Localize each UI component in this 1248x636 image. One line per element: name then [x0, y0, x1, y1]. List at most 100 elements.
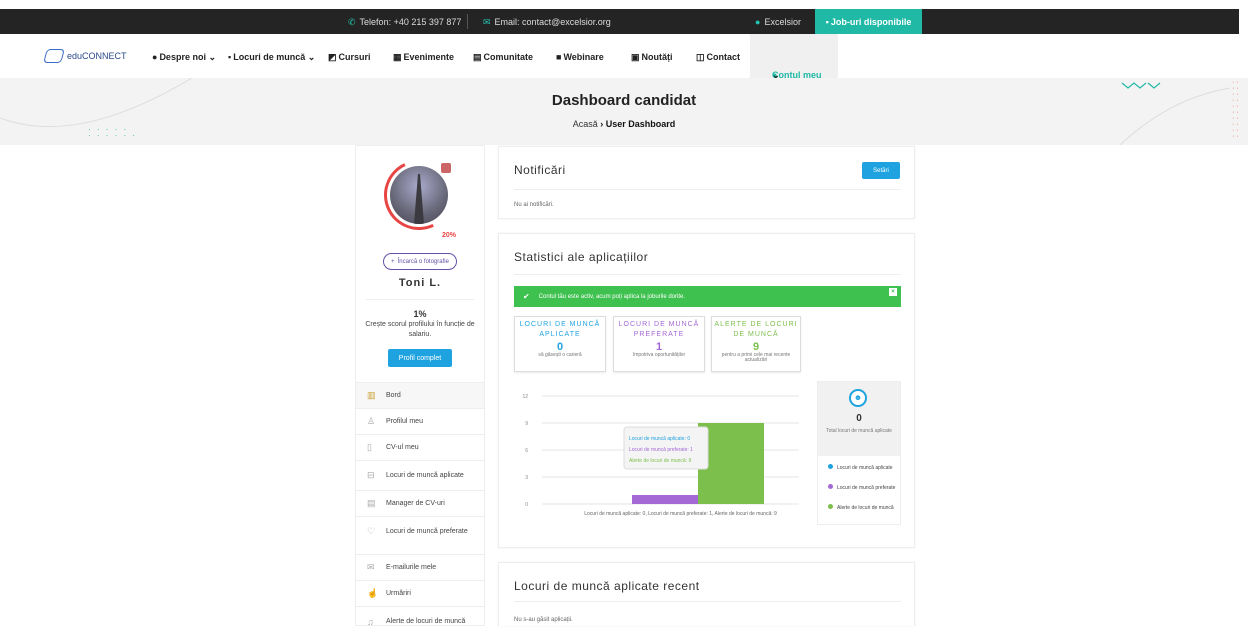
stat-title: LOCURI DE MUNCĂ APLICATE — [519, 321, 601, 338]
dashboard-icon: ▥ — [367, 390, 376, 400]
calendar-icon: ▦ — [393, 52, 402, 62]
community-icon: ▤ — [473, 52, 482, 62]
sidebar-item-label: Urmăriri — [386, 589, 411, 597]
chart-legend-panel: ☻ 0 Total locuri de muncă aplicate Locur… — [817, 381, 901, 525]
legend-item-applied[interactable]: Locuri de muncă aplicate — [828, 464, 898, 471]
total-applied-label: Total locuri de muncă aplicate — [826, 428, 892, 434]
plus-icon: + — [391, 258, 395, 265]
sidebar-item-label: Manager de CV-uri — [386, 499, 445, 507]
divider — [514, 601, 901, 602]
empty-notifications-text: Nu ai notificări. — [514, 202, 554, 208]
mail-icon: ✉ — [367, 562, 375, 572]
complete-profile-button[interactable]: Profil complet — [388, 349, 452, 367]
sidebar-item-profile[interactable]: ♙ Profilul meu — [356, 408, 484, 434]
tooltip-line: Locuri de muncă preferate: 1 — [629, 447, 693, 453]
sidebar-item-follows[interactable]: ☝ Urmăriri — [356, 580, 484, 606]
user-link[interactable]: ● Excelsior — [755, 17, 801, 27]
available-jobs-button[interactable]: ▪ Job-uri disponibile — [815, 9, 922, 34]
phone-text: Telefon: +40 215 397 877 — [359, 17, 462, 27]
breadcrumb-home[interactable]: Acasă — [573, 119, 598, 129]
news-icon: ▣ — [631, 52, 640, 62]
nav-item-jobs[interactable]: ▪ Locuri de muncă ⌄ — [228, 52, 315, 63]
divider — [366, 299, 474, 300]
bar-2[interactable] — [632, 495, 698, 504]
divider — [467, 14, 468, 29]
site-logo[interactable]: eduCONNECT — [43, 49, 127, 63]
recent-applications-card: Locuri de muncă aplicate recent Nu s-au … — [498, 562, 915, 626]
nav-item-contact[interactable]: ◫ Contact — [696, 52, 740, 63]
nav-item-community[interactable]: ▤ Comunitate — [473, 52, 533, 63]
logo-icon — [43, 49, 65, 63]
nav-label: Cursuri — [338, 52, 371, 62]
legend-label: Locuri de muncă aplicate — [837, 465, 893, 471]
stat-title: ALERTE DE LOCURI DE MUNCĂ — [714, 321, 798, 338]
stat-subtitle: împotriva oportunităților — [632, 352, 686, 358]
chevron-right-icon: › — [600, 119, 604, 129]
nav-item-my-account[interactable]: ● Contul meu ⌄ — [750, 34, 838, 80]
success-alert: ✔ Contul tău este activ, acum poți aplica… — [514, 286, 901, 307]
x-axis-label: Locuri de muncă aplicate: 0, Locuri de m… — [584, 511, 777, 517]
card-title: Statistici ale aplicațiilor — [514, 250, 649, 264]
y-tick-label: 3 — [525, 475, 528, 481]
logo-text: eduCONNECT — [67, 51, 127, 61]
stat-title: LOCURI DE MUNCĂ PREFERATE — [618, 321, 700, 338]
sidebar-item-applied-jobs[interactable]: ⊟ Locuri de muncă aplicate — [356, 460, 484, 490]
sidebar-item-cv-manager[interactable]: ▤ Manager de CV-uri — [356, 490, 484, 516]
sidebar-item-emails[interactable]: ✉ E-mailurile mele — [356, 554, 484, 580]
y-tick-label: 9 — [525, 421, 528, 427]
sidebar-menu: ▥ Bord ♙ Profilul meu ▯ CV-ul meu ⊟ Locuri d… — [356, 382, 484, 636]
sidebar-item-cv[interactable]: ▯ CV-ul meu — [356, 434, 484, 460]
page-header: · · · · · · · · · · · · · · · · · · · · · · · ·… — [0, 78, 1248, 145]
sidebar-item-dashboard[interactable]: ▥ Bord — [356, 382, 484, 408]
settings-button[interactable]: Setări — [862, 162, 900, 179]
cv-manager-icon: ▤ — [367, 498, 376, 508]
legend-item-alerts[interactable]: Alerte de locuri de muncă — [828, 504, 898, 511]
sidebar-item-job-alerts[interactable]: ♫ Alerte de locuri de muncă — [356, 606, 484, 636]
legend-label: Alerte de locuri de muncă — [837, 505, 894, 511]
video-icon: ■ — [556, 52, 562, 62]
breadcrumb-current: User Dashboard — [605, 119, 676, 129]
jobs-button-label: Job-uri disponibile — [830, 16, 912, 27]
nav-item-webinars[interactable]: ■ Webinare — [556, 52, 604, 62]
stat-subtitle: pentru a primi cele mai recente actualiz… — [721, 352, 791, 363]
top-bar: ✆ Telefon: +40 215 397 877 ✉ Email: contac… — [0, 9, 1239, 34]
breadcrumb: Acasă › User Dashboard — [0, 119, 1248, 129]
y-tick-label: 0 — [525, 502, 528, 508]
user-name[interactable]: Excelsior — [764, 17, 801, 27]
application-stats-card: Statistici ale aplicațiilor ✔ Contul tău … — [498, 233, 915, 548]
alert-text: Contul tău este activ, acum poți aplica … — [538, 293, 686, 300]
stat-job-alerts[interactable]: ALERTE DE LOCURI DE MUNCĂ 9 pentru a primi… — [711, 316, 801, 372]
card-title: Locuri de muncă aplicate recent — [514, 579, 700, 593]
sidebar-item-favorite-jobs[interactable]: ♡ Locuri de muncă preferate — [356, 516, 484, 546]
mail-icon: ✉ — [483, 17, 491, 27]
phone-icon: ✆ — [348, 17, 356, 27]
legend-label: Locuri de muncă preferate — [837, 485, 896, 491]
nav-label: Webinare — [563, 52, 604, 62]
edit-photo-icon[interactable] — [441, 163, 451, 173]
nav-label: Evenimente — [403, 52, 455, 62]
users-icon: ☻ — [849, 389, 867, 407]
heart-icon: ♡ — [367, 526, 376, 536]
page-title: Dashboard candidat — [551, 92, 697, 109]
nav-item-events[interactable]: ▦ Evenimente — [393, 52, 454, 63]
phone-info: ✆ Telefon: +40 215 397 877 — [348, 17, 461, 28]
legend-item-favorite[interactable]: Locuri de muncă preferate — [828, 484, 898, 491]
email-text[interactable]: Email: contact@excelsior.org — [495, 17, 611, 27]
stat-favorite-jobs[interactable]: LOCURI DE MUNCĂ PREFERATE 1 împotriva opor… — [613, 316, 705, 372]
document-icon: ▯ — [367, 442, 372, 452]
close-icon[interactable]: × — [889, 288, 897, 296]
nav-label: Contact — [706, 52, 741, 62]
chevron-down-icon: ⌄ — [307, 52, 316, 62]
upload-photo-button[interactable]: + Încarcă o fotografie — [383, 253, 457, 270]
sidebar-item-label: Profilul meu — [386, 417, 423, 425]
nav-item-about[interactable]: ● Despre noi ⌄ — [152, 52, 216, 63]
user-icon: ♙ — [367, 416, 376, 426]
stat-applied-jobs[interactable]: LOCURI DE MUNCĂ APLICATE 0 să găsești o ca… — [514, 316, 606, 372]
nav-item-courses[interactable]: ◩ Cursuri — [328, 52, 371, 63]
sidebar-item-label: Locuri de muncă aplicate — [386, 471, 464, 479]
email-info: ✉ Email: contact@excelsior.org — [483, 17, 611, 28]
avatar — [390, 166, 448, 224]
profile-progress-percent: 20% — [442, 232, 457, 239]
courses-icon: ◩ — [328, 52, 337, 62]
nav-item-news[interactable]: ▣ Noutăți — [631, 52, 673, 63]
